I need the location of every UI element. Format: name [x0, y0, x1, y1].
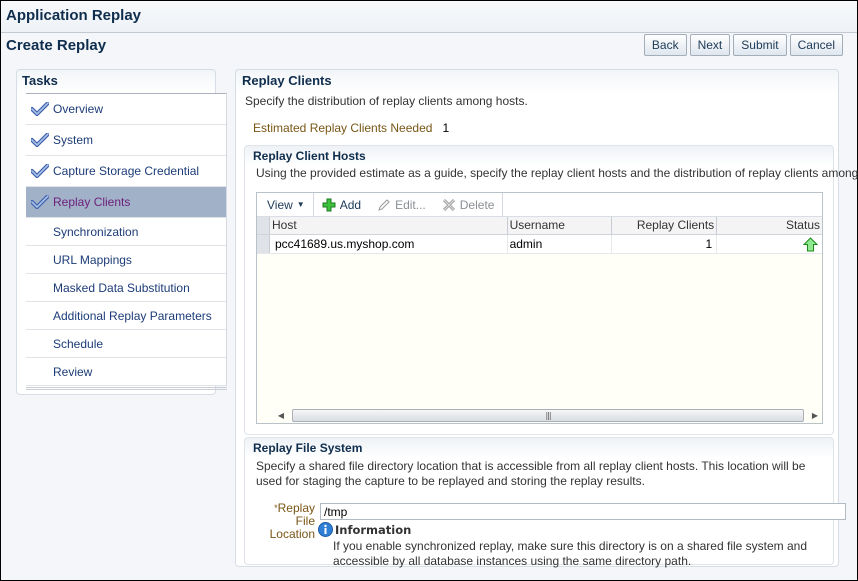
- task-label: Capture Storage Credential: [53, 164, 200, 178]
- submit-button[interactable]: Submit: [733, 34, 787, 56]
- replay-file-system-panel: Replay File System Specify a shared file…: [244, 437, 846, 568]
- task-item-system[interactable]: System: [26, 125, 226, 156]
- table-toolbar: View ▼ Add Edit... Delete: [257, 192, 822, 217]
- task-item-synchronization[interactable]: Synchronization: [26, 218, 226, 246]
- check-icon: [31, 102, 49, 116]
- column-header-status[interactable]: Status: [716, 217, 822, 235]
- scroll-thumb[interactable]: |||: [292, 408, 804, 422]
- pencil-icon: [378, 198, 390, 211]
- table-row[interactable]: pcc41689.us.myshop.com admin 1: [257, 235, 822, 254]
- cell-host: pcc41689.us.myshop.com: [274, 237, 415, 251]
- label-line: Replay: [277, 501, 315, 515]
- task-item-overview[interactable]: Overview: [26, 94, 226, 125]
- section-description: Specify the distribution of replay clien…: [245, 94, 528, 108]
- scroll-right-arrow-icon[interactable]: ▶: [808, 408, 822, 422]
- cell-username: admin: [506, 235, 612, 254]
- check-icon: [31, 133, 49, 147]
- check-icon: [31, 195, 49, 209]
- estimated-clients-label: Estimated Replay Clients Needed: [253, 121, 433, 135]
- delete-label: Delete: [459, 197, 495, 212]
- replay-clients-panel: Replay Clients Specify the distribution …: [235, 69, 858, 568]
- section-title: Replay Clients: [242, 73, 332, 88]
- estimated-clients: Estimated Replay Clients Needed 1: [253, 121, 449, 135]
- delete-x-icon: [442, 198, 455, 211]
- edit-button[interactable]: Edit...: [369, 193, 434, 217]
- task-label: Synchronization: [53, 224, 139, 239]
- tasks-title: Tasks: [22, 73, 58, 88]
- add-button[interactable]: Add: [314, 193, 369, 217]
- estimated-clients-value: 1: [442, 121, 450, 135]
- file-system-title: Replay File System: [253, 441, 363, 455]
- cancel-button[interactable]: Cancel: [789, 34, 843, 56]
- task-item-masked-data-substitution[interactable]: Masked Data Substitution: [26, 274, 226, 302]
- column-header-replay-clients[interactable]: Replay Clients: [611, 217, 716, 235]
- status-up-arrow-icon: [803, 237, 818, 252]
- add-label: Add: [339, 197, 362, 212]
- task-label: Overview: [53, 102, 104, 116]
- task-label: Review: [53, 364, 93, 379]
- task-label: Replay Clients: [53, 195, 131, 209]
- info-icon: [318, 522, 333, 537]
- hosts-table: View ▼ Add Edit... Delete Host Username …: [256, 192, 823, 424]
- horizontal-scrollbar[interactable]: ◀ ||| ▶: [274, 407, 822, 423]
- app-header: Application Replay: [1, 1, 857, 33]
- page-title: Create Replay: [6, 37, 107, 54]
- toolbar-separator: [502, 192, 504, 217]
- task-item-capture-storage-credential[interactable]: Capture Storage Credential: [26, 156, 226, 187]
- task-item-schedule[interactable]: Schedule: [26, 330, 226, 358]
- check-icon: [31, 164, 49, 178]
- column-header-host[interactable]: Host: [270, 217, 507, 235]
- task-item-replay-clients[interactable]: Replay Clients: [26, 187, 226, 218]
- tasks-list-footer: [26, 387, 227, 390]
- scroll-left-arrow-icon[interactable]: ◀: [274, 408, 288, 422]
- task-label: Masked Data Substitution: [53, 280, 190, 295]
- replay-file-location-input[interactable]: [320, 503, 846, 520]
- view-menu[interactable]: View ▼: [257, 193, 313, 217]
- cell-status: [716, 235, 822, 254]
- hosts-description: Using the provided estimate as a guide, …: [256, 166, 858, 180]
- task-item-review[interactable]: Review: [26, 358, 226, 386]
- edit-label: Edit...: [395, 197, 426, 212]
- label-line: Location: [269, 527, 315, 541]
- plus-icon: [322, 198, 336, 211]
- table-header: Host Username Replay Clients Status: [257, 217, 822, 235]
- tasks-list: Overview System Capture Storage Credenti…: [26, 93, 227, 386]
- column-header-username[interactable]: Username: [506, 217, 612, 235]
- row-header-corner: [257, 217, 270, 234]
- task-label: URL Mappings: [53, 252, 132, 267]
- task-item-additional-replay-parameters[interactable]: Additional Replay Parameters: [26, 302, 226, 330]
- back-button[interactable]: Back: [643, 34, 687, 56]
- delete-button[interactable]: Delete: [434, 193, 503, 217]
- next-button[interactable]: Next: [689, 34, 731, 56]
- file-system-description: Specify a shared file directory location…: [256, 459, 806, 488]
- hosts-title: Replay Client Hosts: [253, 149, 366, 163]
- dropdown-arrow-icon: ▼: [296, 200, 305, 209]
- task-label: Additional Replay Parameters: [53, 308, 212, 323]
- app-title: Application Replay: [6, 7, 142, 24]
- task-label: System: [53, 133, 94, 147]
- row-header[interactable]: [257, 235, 270, 253]
- information-heading: Information: [318, 522, 411, 537]
- replay-file-location-label: *Replay File Location: [265, 502, 315, 541]
- info-text: If you enable synchronized replay, make …: [333, 539, 808, 568]
- view-label: View: [267, 197, 293, 212]
- info-title: Information: [335, 522, 412, 537]
- task-label: Schedule: [53, 336, 104, 351]
- wizard-button-bar: Back Next Submit Cancel: [643, 34, 843, 56]
- task-item-url-mappings[interactable]: URL Mappings: [26, 246, 226, 274]
- cell-replay-clients: 1: [611, 235, 716, 254]
